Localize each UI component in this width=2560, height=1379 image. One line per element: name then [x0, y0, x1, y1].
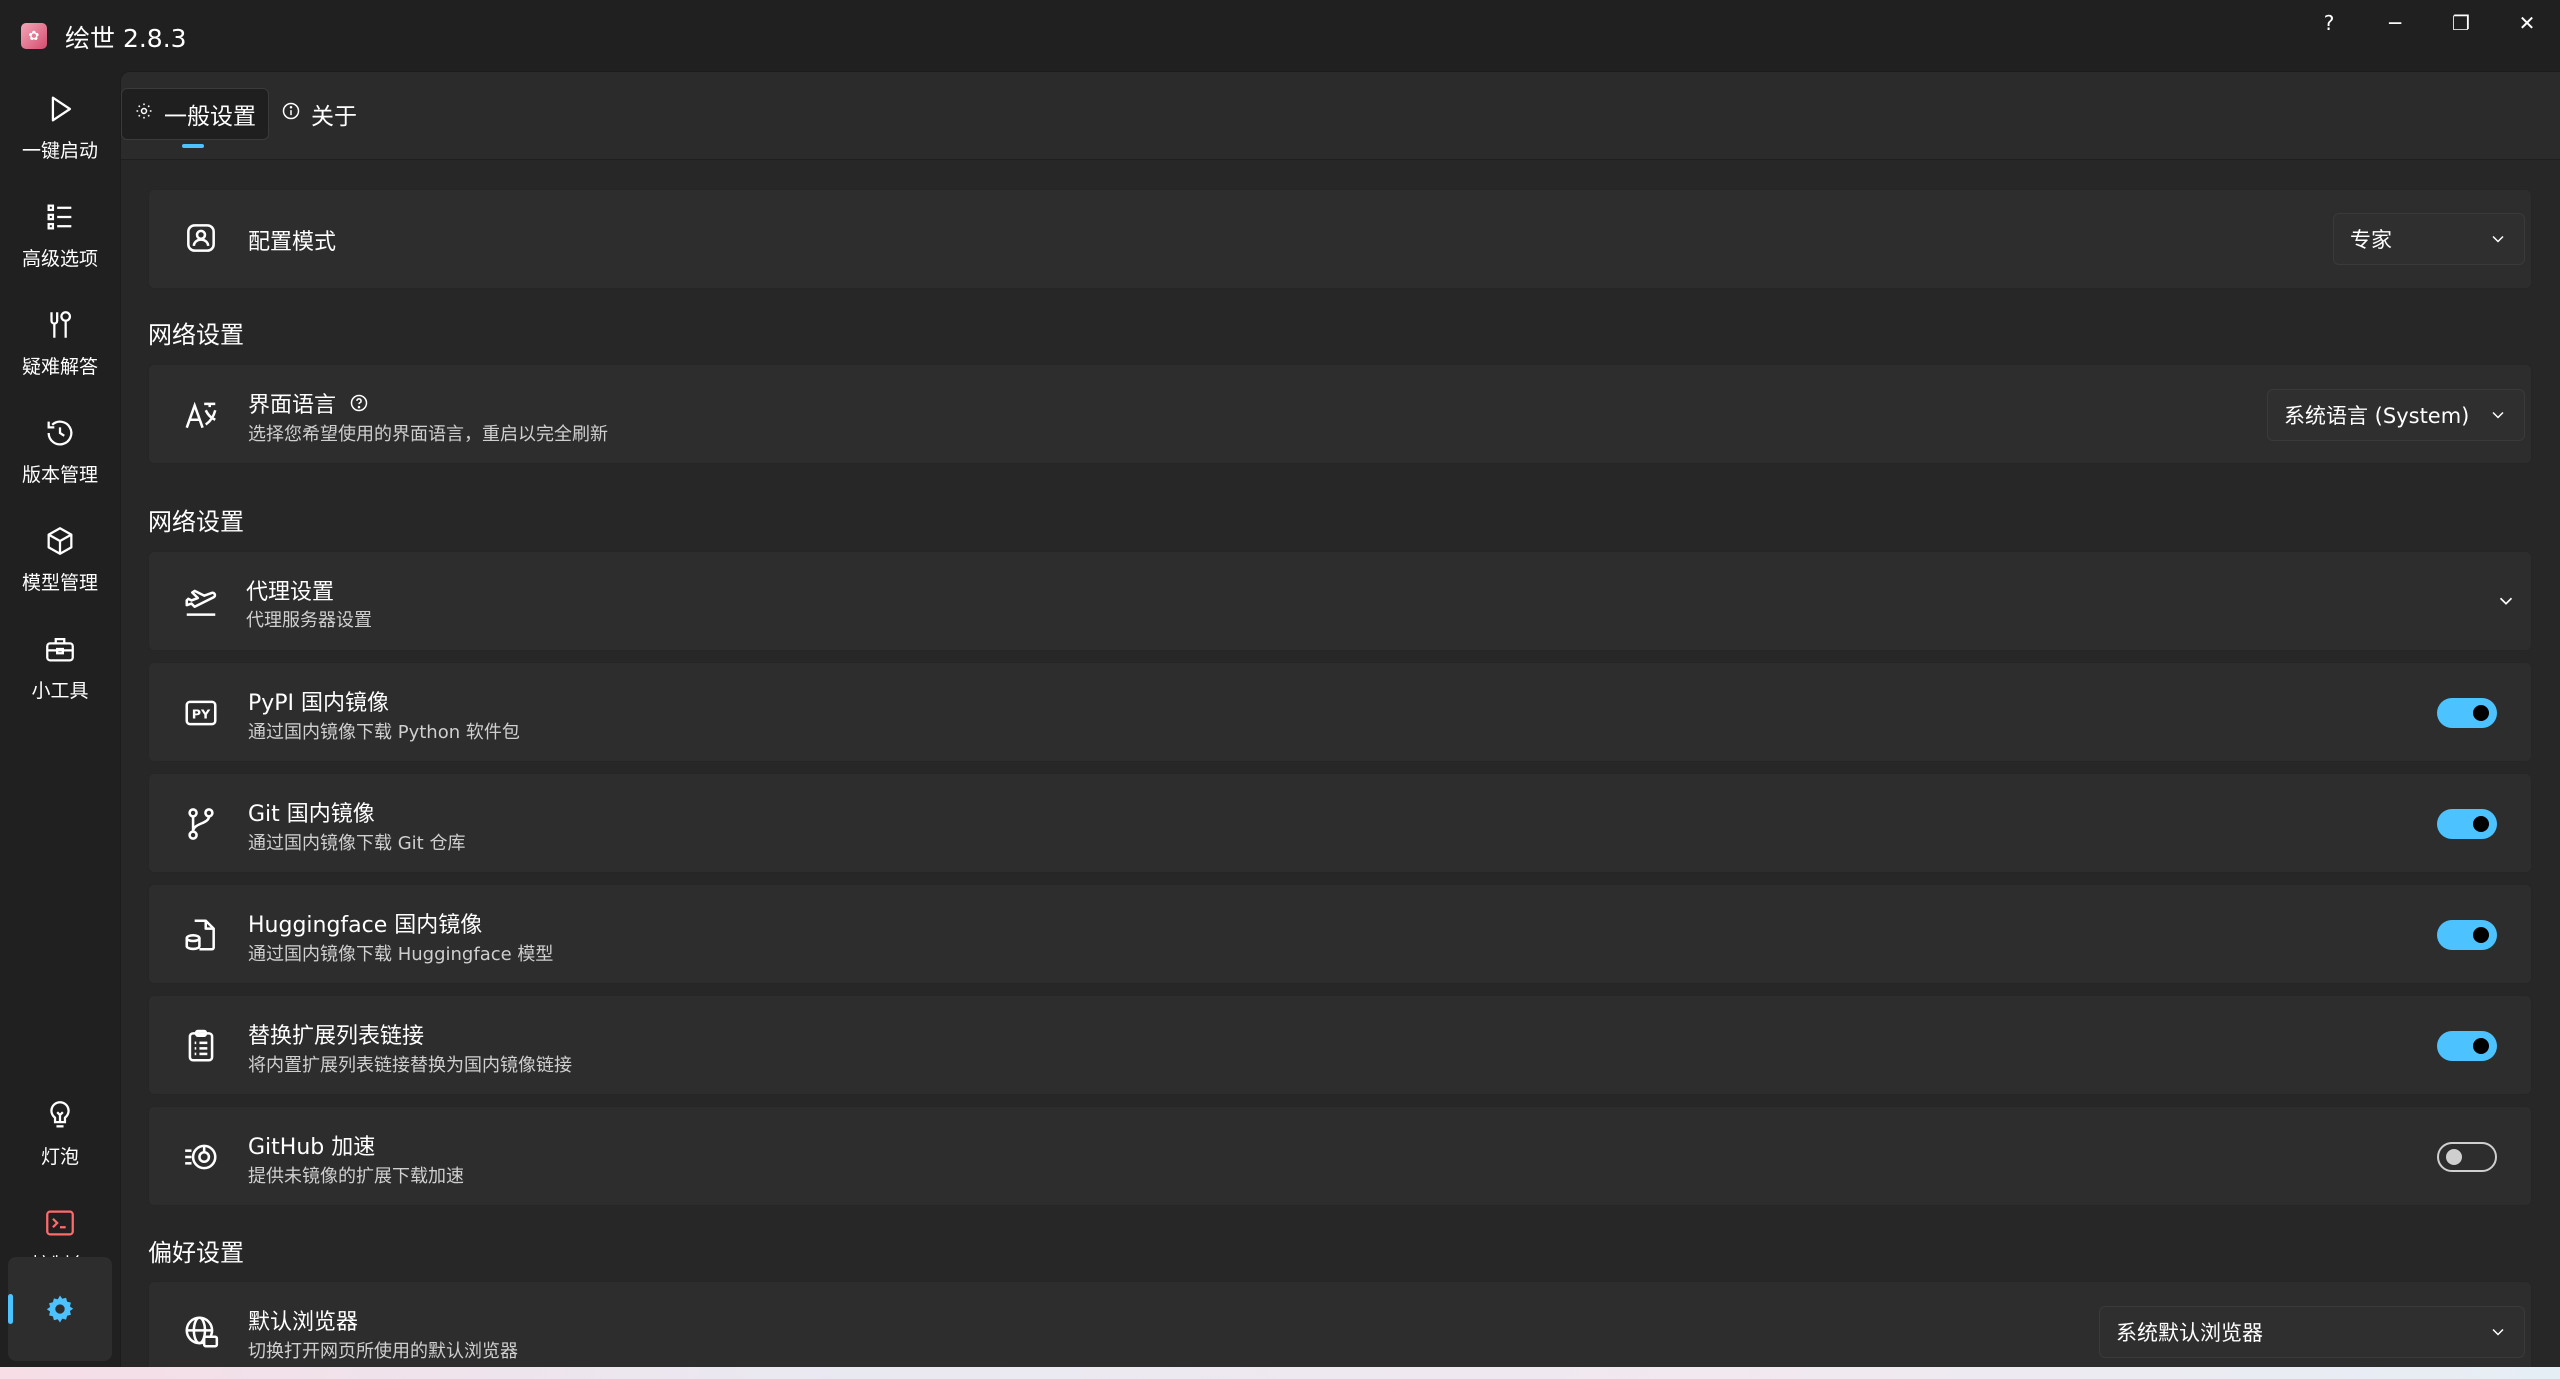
- dropdown-value: 专家: [2350, 228, 2392, 252]
- git-mirror-card: Git 国内镜像 通过国内镜像下载 Git 仓库: [148, 773, 2532, 873]
- sidebar-item-label: 小工具: [31, 679, 89, 702]
- box-icon: [47, 526, 73, 555]
- chevron-down-icon: [2492, 411, 2504, 419]
- section-title-network: 网络设置: [148, 508, 244, 536]
- app-title: 绘世 2.8.3: [65, 24, 187, 53]
- sidebar-item-label: 高级选项: [21, 247, 98, 270]
- document-database-icon: [181, 915, 221, 955]
- gear-icon: [134, 101, 154, 127]
- pypi-mirror-card: PY PyPI 国内镜像 通过国内镜像下载 Python 软件包: [148, 662, 2532, 762]
- card-title: GitHub 加速: [248, 1135, 376, 1160]
- huggingface-mirror-card: Huggingface 国内镜像 通过国内镜像下载 Huggingface 模型: [148, 884, 2532, 984]
- extension-list-card: 替换扩展列表链接 将内置扩展列表链接替换为国内镜像链接: [148, 995, 2532, 1095]
- chevron-down-icon: [2492, 1328, 2504, 1336]
- title-bar: ✿ 绘世 2.8.3 ? ─ ❐ ✕: [0, 0, 2560, 71]
- pypi-mirror-toggle[interactable]: [2437, 698, 2497, 728]
- main-content: 一般设置 关于 配置模式 专家 网络设置 界面语言 选择您希望使用的界面语言，重…: [120, 71, 2560, 1379]
- github-acceleration-card: GitHub 加速 提供未镜像的扩展下载加速: [148, 1106, 2532, 1206]
- default-browser-dropdown[interactable]: 系统默认浏览器: [2099, 1306, 2525, 1358]
- tools-icon: [50, 310, 72, 338]
- tab-label: 关于: [311, 104, 357, 130]
- pypi-icon: PY: [181, 693, 221, 733]
- airplane-takeoff-icon: [181, 582, 221, 622]
- dropdown-value: 系统默认浏览器: [2116, 1321, 2263, 1345]
- card-description: 提供未镜像的扩展下载加速: [248, 1166, 464, 1187]
- card-title: Huggingface 国内镜像: [248, 913, 483, 938]
- sidebar-item-label: 一键启动: [21, 139, 98, 162]
- sidebar-item-models[interactable]: 模型管理: [8, 509, 112, 609]
- git-mirror-toggle[interactable]: [2437, 809, 2497, 839]
- sidebar-item-label: 版本管理: [21, 463, 98, 486]
- card-title: 替换扩展列表链接: [248, 1024, 425, 1049]
- sidebar-item-settings[interactable]: [8, 1257, 112, 1361]
- git-branch-icon: [181, 804, 221, 844]
- card-description: 选择您希望使用的界面语言，重启以完全刷新: [248, 424, 608, 445]
- close-button[interactable]: ✕: [2494, 0, 2560, 46]
- section-title-network: 网络设置: [148, 321, 244, 349]
- info-icon: [281, 101, 301, 127]
- card-description: 将内置扩展列表链接替换为国内镜像链接: [248, 1055, 572, 1076]
- taskbar-edge: [0, 1367, 2560, 1379]
- card-description: 切换打开网页所使用的默认浏览器: [248, 1341, 518, 1362]
- tab-about[interactable]: 关于: [269, 88, 369, 140]
- sidebar-item-label: 灯泡: [40, 1145, 79, 1168]
- card-description: 通过国内镜像下载 Git 仓库: [248, 833, 466, 854]
- card-description: 通过国内镜像下载 Python 软件包: [248, 722, 520, 743]
- sidebar-item-advanced[interactable]: 高级选项: [8, 185, 112, 285]
- sidebar-item-lightbulb[interactable]: 灯泡: [8, 1083, 112, 1183]
- sidebar-item-versions[interactable]: 版本管理: [8, 401, 112, 501]
- clipboard-list-icon: [181, 1026, 221, 1066]
- card-title: 代理设置: [246, 580, 335, 605]
- tab-active-indicator: [182, 144, 204, 148]
- sidebar-item-tools[interactable]: 小工具: [8, 617, 112, 717]
- language-dropdown[interactable]: 系统语言 (System): [2267, 389, 2525, 441]
- speed-icon: [181, 1137, 221, 1177]
- card-description: 通过国内镜像下载 Huggingface 模型: [248, 944, 554, 965]
- language-icon: [181, 395, 221, 435]
- gear-icon: [46, 1295, 74, 1323]
- sidebar-item-troubleshoot[interactable]: 疑难解答: [8, 293, 112, 393]
- restore-button[interactable]: ❐: [2428, 0, 2494, 46]
- minimize-button[interactable]: ─: [2362, 0, 2428, 46]
- console-icon: [46, 1210, 74, 1235]
- default-browser-card: 默认浏览器 切换打开网页所使用的默认浏览器 系统默认浏览器: [148, 1281, 2532, 1379]
- tab-bar: 一般设置 关于: [121, 72, 2560, 160]
- huggingface-mirror-toggle[interactable]: [2437, 920, 2497, 950]
- config-mode-dropdown[interactable]: 专家: [2333, 213, 2525, 265]
- card-description: 代理服务器设置: [246, 610, 372, 631]
- config-mode-card: 配置模式 专家: [148, 189, 2532, 289]
- card-title: 界面语言: [248, 387, 369, 419]
- svg-text:PY: PY: [192, 707, 211, 722]
- tab-label: 一般设置: [164, 104, 256, 130]
- globe-icon: [181, 1312, 221, 1352]
- toolbox-icon: [46, 637, 74, 661]
- card-title: PyPI 国内镜像: [248, 691, 390, 716]
- app-logo-icon: ✿: [21, 23, 47, 49]
- card-title: 配置模式: [248, 230, 337, 255]
- extension-list-toggle[interactable]: [2437, 1031, 2497, 1061]
- profile-config-icon: [181, 218, 221, 258]
- list-icon: [47, 204, 72, 229]
- help-button[interactable]: ?: [2296, 0, 2362, 46]
- history-icon: [47, 420, 73, 445]
- tab-general-settings[interactable]: 一般设置: [121, 88, 269, 140]
- sidebar-item-label: 模型管理: [21, 571, 98, 594]
- card-title: 默认浏览器: [248, 1310, 359, 1335]
- chevron-down-icon: [2492, 235, 2504, 243]
- chevron-down-icon[interactable]: [2495, 590, 2517, 612]
- section-title-preferences: 偏好设置: [148, 1239, 244, 1267]
- dropdown-value: 系统语言 (System): [2284, 404, 2470, 428]
- language-title-text: 界面语言: [248, 393, 337, 418]
- proxy-settings-expander[interactable]: 代理设置 代理服务器设置: [148, 551, 2532, 651]
- play-icon: [51, 96, 72, 121]
- help-circle-icon[interactable]: [349, 393, 369, 419]
- language-card: 界面语言 选择您希望使用的界面语言，重启以完全刷新 系统语言 (System): [148, 364, 2532, 464]
- lightbulb-icon: [50, 1100, 70, 1127]
- card-title: Git 国内镜像: [248, 802, 375, 827]
- sidebar-item-label: 疑难解答: [21, 355, 98, 378]
- github-acceleration-toggle[interactable]: [2437, 1142, 2497, 1172]
- sidebar: 一键启动 高级选项 疑难解答 版本管理 模型管理 小工具 灯泡 控制台: [0, 71, 120, 1379]
- active-indicator: [8, 1294, 13, 1324]
- sidebar-item-launch[interactable]: 一键启动: [8, 77, 112, 177]
